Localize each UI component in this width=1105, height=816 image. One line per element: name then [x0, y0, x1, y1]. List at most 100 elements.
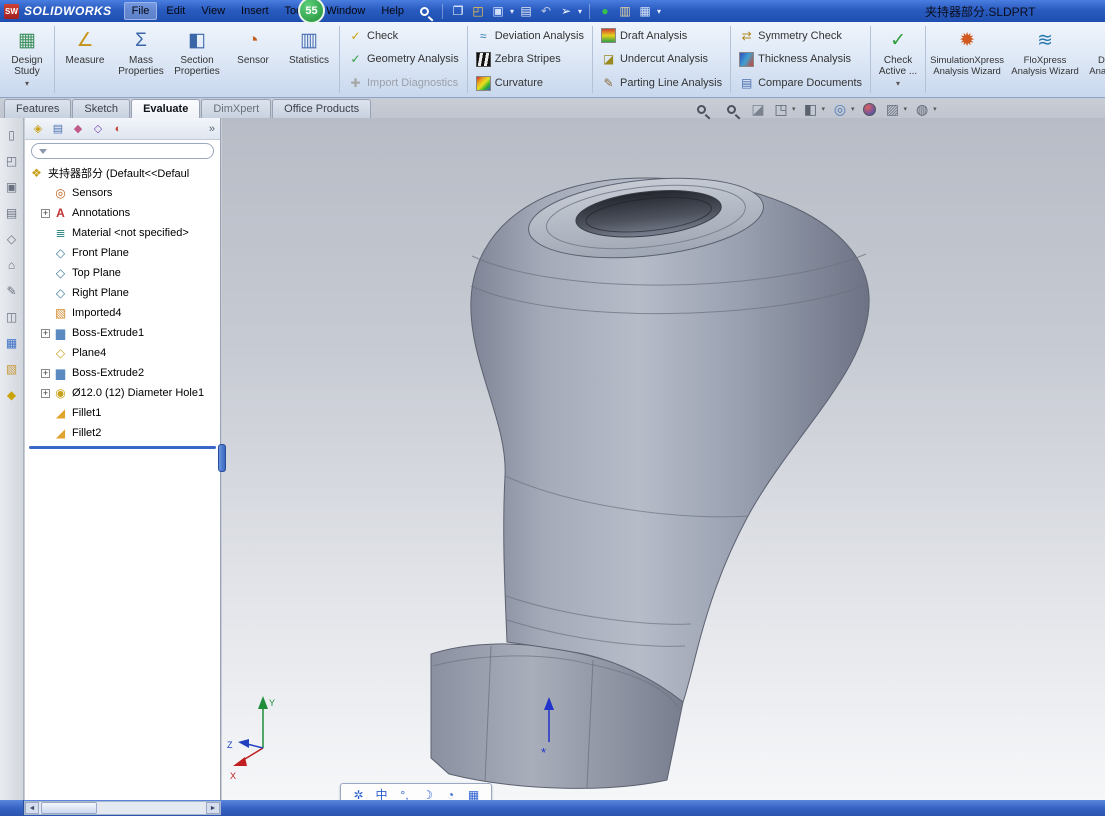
zoom-area-icon[interactable] [720, 100, 743, 118]
hide-show-items-icon[interactable]: ◎ [832, 100, 848, 118]
zebra-stripes-button[interactable]: Zebra Stripes [472, 51, 588, 68]
simulationxpress-wizard-button[interactable]: ✹ SimulationXpress Analysis Wizard [928, 23, 1006, 96]
expand-toggle[interactable]: + [41, 369, 50, 378]
curvature-button[interactable]: Curvature [472, 75, 588, 92]
tree-item-imported4[interactable]: ▧ Imported4 [25, 303, 220, 323]
geometry-analysis-button[interactable]: ✓ Geometry Analysis [344, 51, 463, 68]
edit-appearance-icon[interactable] [862, 100, 878, 118]
menu-file[interactable]: File [124, 2, 158, 20]
view-orientation-caret[interactable]: ▾ [792, 105, 796, 113]
tree-item-boss-extrude2[interactable]: + ▆ Boss-Extrude2 [25, 363, 220, 383]
tree-horizontal-scrollbar[interactable]: ◄ ► [24, 801, 221, 815]
clipboard-icon[interactable]: ▥ [616, 2, 634, 20]
menu-view[interactable]: View [194, 3, 232, 19]
measure-button[interactable]: ∠ Measure [57, 23, 113, 96]
tree-item-fillet2[interactable]: ◢ Fillet2 [25, 423, 220, 443]
print-tool-icon[interactable]: ▤ [3, 204, 20, 221]
section-properties-button[interactable]: ◧ Section Properties [169, 23, 225, 96]
open-tool-icon[interactable]: ◰ [3, 152, 20, 169]
tab-office-products[interactable]: Office Products [272, 99, 371, 118]
select-cursor-icon[interactable]: ➢ [557, 2, 575, 20]
view-orientation-icon[interactable]: ◳ [773, 100, 789, 118]
palette-tool-icon[interactable]: ▦ [3, 334, 20, 351]
displaymanager-tab-icon[interactable]: ◐ [110, 121, 126, 137]
tree-item-sensors[interactable]: ◎ Sensors [25, 183, 220, 203]
undo-icon[interactable]: ↶ [537, 2, 555, 20]
scroll-left-arrow-icon[interactable]: ◄ [25, 802, 39, 814]
new-document-icon[interactable]: ❐ [449, 2, 467, 20]
menu-window[interactable]: Window [319, 3, 372, 19]
check-button[interactable]: ✓ Check [344, 27, 463, 44]
featuremanager-tab-icon[interactable]: ◈ [30, 121, 46, 137]
statistics-button[interactable]: ▥ Statistics [281, 23, 337, 96]
configurationmanager-tab-icon[interactable]: ◆ [70, 121, 86, 137]
sensor-button[interactable]: ◔ Sensor [225, 23, 281, 96]
parting-line-analysis-button[interactable]: ✎ Parting Line Analysis [597, 75, 726, 92]
design-study-button[interactable]: ▦ Design Study ▾ [2, 23, 52, 96]
layers-tool-icon[interactable]: ◫ [3, 308, 20, 325]
expand-toggle[interactable]: + [41, 329, 50, 338]
check-active-button[interactable]: ✓ Check Active ... ▾ [873, 23, 923, 96]
dfmxpress-wizard-button[interactable]: ✦ DFMXpress Analysis Wizard [1084, 23, 1105, 96]
graphics-area[interactable]: * Y X Z [222, 98, 1105, 800]
tab-dimxpert[interactable]: DimXpert [201, 99, 271, 118]
tree-item-part-root[interactable]: ❖ 夹持器部分 (Default<<Defaul [25, 163, 220, 183]
save-icon[interactable]: ▣ [489, 2, 507, 20]
config-tool-icon[interactable]: ◆ [3, 386, 20, 403]
sheet-dropdown-caret[interactable]: ▾ [657, 7, 661, 16]
scrollbar-thumb[interactable] [41, 802, 97, 814]
rollback-bar[interactable] [29, 446, 216, 449]
apply-scene-caret[interactable]: ▾ [904, 105, 908, 113]
annotate-tool-icon[interactable]: ✎ [3, 282, 20, 299]
tree-item-annotations[interactable]: + A Annotations [25, 203, 220, 223]
search-icon[interactable] [420, 7, 429, 16]
save-tool-icon[interactable]: ▣ [3, 178, 20, 195]
tab-sketch[interactable]: Sketch [72, 99, 130, 118]
rebuild-icon[interactable]: ● [596, 2, 614, 20]
propertymanager-tab-icon[interactable]: ▤ [50, 121, 66, 137]
hide-show-items-caret[interactable]: ▾ [851, 105, 855, 113]
mass-properties-button[interactable]: Σ Mass Properties [113, 23, 169, 96]
menu-help[interactable]: Help [374, 3, 411, 19]
tab-features[interactable]: Features [4, 99, 71, 118]
deviation-analysis-button[interactable]: ≈ Deviation Analysis [472, 27, 588, 44]
tree-item-top-plane[interactable]: ◇ Top Plane [25, 263, 220, 283]
menu-edit[interactable]: Edit [159, 3, 192, 19]
view-settings-caret[interactable]: ▾ [933, 105, 937, 113]
display-style-caret[interactable]: ▾ [822, 105, 826, 113]
select-dropdown-caret[interactable]: ▾ [578, 7, 582, 16]
library-tool-icon[interactable]: ▧ [3, 360, 20, 377]
draft-analysis-button[interactable]: Draft Analysis [597, 27, 726, 44]
save-dropdown-caret[interactable]: ▾ [510, 7, 514, 16]
home-tool-icon[interactable]: ⌂ [3, 256, 20, 273]
display-style-icon[interactable]: ◧ [803, 100, 819, 118]
open-icon[interactable]: ◰ [469, 2, 487, 20]
view-tool-icon[interactable]: ◇ [3, 230, 20, 247]
symmetry-check-button[interactable]: ⇄ Symmetry Check [735, 27, 866, 44]
design-study-caret[interactable]: ▾ [25, 78, 29, 89]
undercut-analysis-button[interactable]: ◪ Undercut Analysis [597, 51, 726, 68]
apply-scene-icon[interactable]: ▨ [885, 100, 901, 118]
tree-item-front-plane[interactable]: ◇ Front Plane [25, 243, 220, 263]
expand-toggle[interactable]: + [41, 389, 50, 398]
compare-documents-button[interactable]: ▤ Compare Documents [735, 75, 866, 92]
print-icon[interactable]: ▤ [517, 2, 535, 20]
thickness-analysis-button[interactable]: Thickness Analysis [735, 51, 866, 68]
part-model-3d[interactable]: * Y X Z [222, 98, 1105, 800]
tree-item-fillet1[interactable]: ◢ Fillet1 [25, 403, 220, 423]
model-body[interactable] [471, 178, 869, 702]
tree-item-material[interactable]: ≣ Material <not specified> [25, 223, 220, 243]
menu-insert[interactable]: Insert [234, 3, 276, 19]
check-active-caret[interactable]: ▾ [896, 78, 900, 89]
tree-item-right-plane[interactable]: ◇ Right Plane [25, 283, 220, 303]
panel-flyout-chevron[interactable]: » [209, 123, 215, 135]
tree-item-boss-extrude1[interactable]: + ▆ Boss-Extrude1 [25, 323, 220, 343]
tab-evaluate[interactable]: Evaluate [131, 99, 200, 118]
tree-item-plane4[interactable]: ◇ Plane4 [25, 343, 220, 363]
panel-splitter-handle[interactable] [218, 444, 226, 472]
tree-item-diameter-hole1[interactable]: + ◉ Ø12.0 (12) Diameter Hole1 [25, 383, 220, 403]
sheet-format-icon[interactable]: ▦ [636, 2, 654, 20]
zoom-fit-icon[interactable] [690, 100, 713, 118]
view-settings-icon[interactable]: ◍ [914, 100, 930, 118]
import-diagnostics-button[interactable]: ✚ Import Diagnostics [344, 75, 463, 92]
